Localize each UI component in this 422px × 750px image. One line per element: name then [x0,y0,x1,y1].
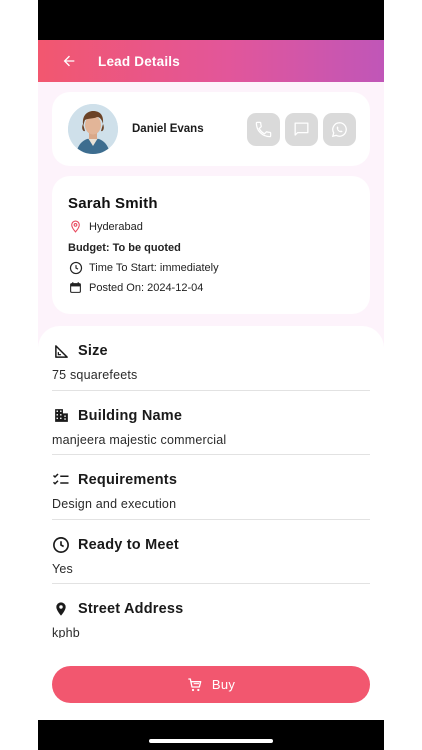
calendar-icon [68,280,83,295]
home-indicator[interactable] [149,739,273,743]
message-button[interactable] [285,112,318,146]
detail-value: 75 squarefeets [52,368,138,382]
lead-budget: Budget: To be quoted [68,241,181,254]
contact-actions [247,112,356,146]
lead-time-to-start: Time To Start: immediately [89,261,219,274]
location-pin-icon [68,219,83,234]
buy-button[interactable]: Buy [52,666,370,703]
lead-name: Sarah Smith [68,195,158,212]
detail-title: Building Name [78,407,183,424]
lead-posted-row: Posted On: 2024-12-04 [68,281,370,294]
contact-card: Daniel Evans [52,92,370,166]
whatsapp-icon [331,121,347,137]
building-icon [52,407,70,425]
detail-building-name: Building Name manjeera majestic commerci… [52,391,370,455]
lead-time-row: Time To Start: immediately [68,261,370,274]
app-bar: Lead Details [38,40,384,82]
buy-label: Buy [211,677,236,692]
detail-value: Yes [52,561,73,576]
detail-title: Requirements [78,472,178,488]
back-button[interactable] [58,50,80,72]
detail-ready-to-meet: Ready to Meet Yes [52,520,370,584]
detail-size: Size 75 squarefeets [52,326,370,391]
chat-icon [294,122,309,136]
whatsapp-button[interactable] [323,112,356,146]
content-area: Daniel Evans Sarah Smith Hyderabad Budge… [38,82,384,720]
detail-title: Size [78,343,108,359]
detail-title: Ready to Meet [78,536,179,553]
clock-icon [52,536,70,554]
checklist-icon [52,471,70,489]
detail-requirements: Requirements Design and execution [52,455,370,520]
phone-screen: Lead Details Daniel Evans Sarah Smith Hy… [38,0,384,750]
detail-title: Street Address [78,601,184,617]
cart-icon [188,677,202,691]
phone-icon [255,121,272,137]
detail-value: Design and execution [52,497,177,511]
detail-value: manjeera majestic commercial [52,432,227,447]
avatar [68,104,118,154]
lead-location-row: Hyderabad [68,220,370,233]
lead-summary-card: Sarah Smith Hyderabad Budget: To be quot… [52,176,370,314]
lead-location: Hyderabad [89,220,143,233]
lead-posted-on: Posted On: 2024-12-04 [89,281,204,294]
clock-icon [68,260,83,275]
location-pin-icon [52,600,70,618]
arrow-left-icon [63,55,75,67]
system-nav-bar [38,720,384,750]
page-title: Lead Details [98,53,180,69]
contact-name: Daniel Evans [132,123,204,135]
bottom-action-area: Buy [38,638,384,720]
status-bar [38,0,384,40]
ruler-icon [52,342,70,360]
call-button[interactable] [247,112,280,146]
